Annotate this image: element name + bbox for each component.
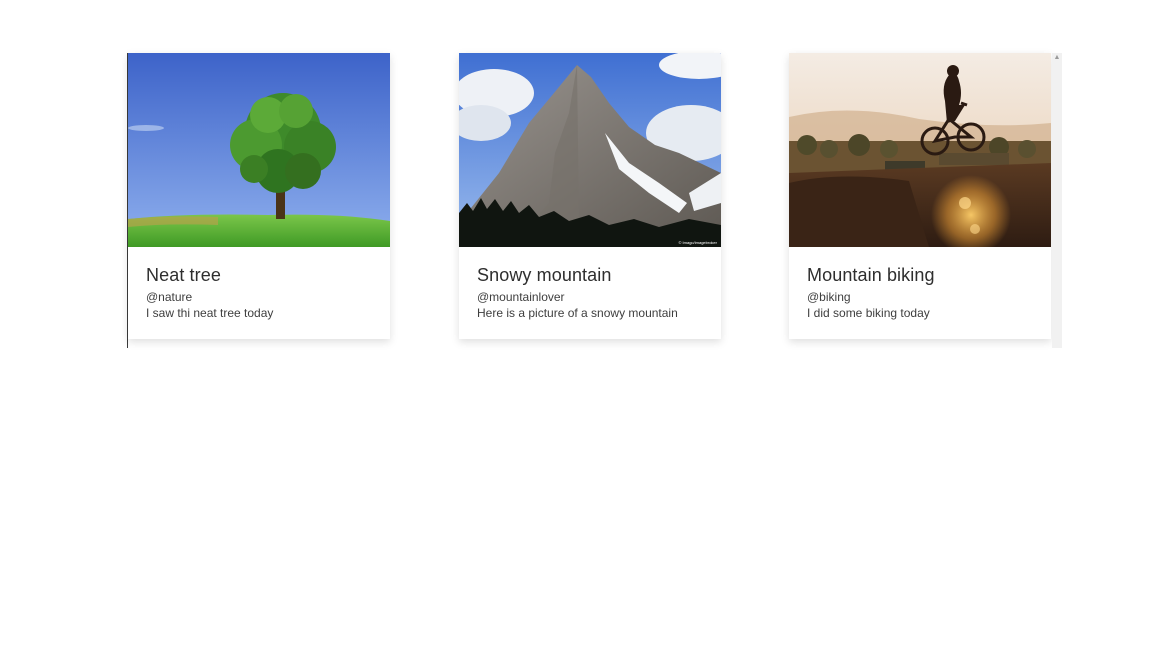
photo-watermark: © Imago/imagebroker: [678, 240, 717, 245]
card-handle[interactable]: @biking: [807, 290, 851, 304]
card-title: Snowy mountain: [477, 265, 612, 285]
tree-photo: [128, 53, 390, 247]
biking-photo: [789, 53, 1051, 247]
card-title: Mountain biking: [807, 265, 935, 285]
scroll-up-arrow-icon[interactable]: ▲: [1053, 54, 1061, 62]
mountain-photo: © Imago/imagebroker: [459, 53, 721, 247]
card-title: Neat tree: [146, 265, 221, 285]
post-card-tree[interactable]: Neat tree @nature I saw thi neat tree to…: [128, 53, 390, 339]
vertical-scrollbar[interactable]: [1052, 53, 1062, 348]
card-description: Here is a picture of a snowy mountain: [477, 306, 678, 320]
card-description: I did some biking today: [807, 306, 930, 320]
card-handle[interactable]: @nature: [146, 290, 192, 304]
card-handle[interactable]: @mountainlover: [477, 290, 565, 304]
post-card-mountain[interactable]: © Imago/imagebroker Snowy mountain @moun…: [459, 53, 721, 339]
post-card-biking[interactable]: Mountain biking @biking I did some bikin…: [789, 53, 1051, 339]
card-description: I saw thi neat tree today: [146, 306, 274, 320]
